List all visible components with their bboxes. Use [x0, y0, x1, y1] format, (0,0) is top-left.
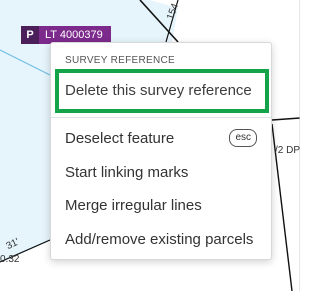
parcel-tag-prefix: P	[21, 26, 39, 44]
plan-reference-label: /2 DP	[275, 145, 300, 156]
distance-label: 0.32	[0, 254, 20, 265]
deselect-feature-item[interactable]: Deselect feature esc	[65, 127, 257, 149]
add-remove-parcels-item[interactable]: Add/remove existing parcels	[65, 228, 253, 250]
menu-item-label: Add/remove existing parcels	[65, 230, 254, 248]
menu-item-label: Start linking marks	[65, 163, 189, 181]
delete-survey-reference-item[interactable]: Delete this survey reference	[65, 79, 252, 101]
menu-item-label: Delete this survey reference	[65, 81, 252, 99]
menu-section-title: SURVEY REFERENCE	[65, 55, 176, 66]
menu-item-label: Merge irregular lines	[65, 196, 202, 214]
menu-divider	[51, 117, 271, 118]
menu-item-label: Deselect feature	[65, 129, 175, 147]
context-menu: SURVEY REFERENCE Delete this survey refe…	[50, 42, 272, 260]
boundary-line	[271, 117, 300, 121]
esc-shortcut-badge: esc	[229, 129, 257, 147]
merge-irregular-lines-item[interactable]: Merge irregular lines	[65, 194, 202, 216]
start-linking-marks-item[interactable]: Start linking marks	[65, 161, 188, 183]
